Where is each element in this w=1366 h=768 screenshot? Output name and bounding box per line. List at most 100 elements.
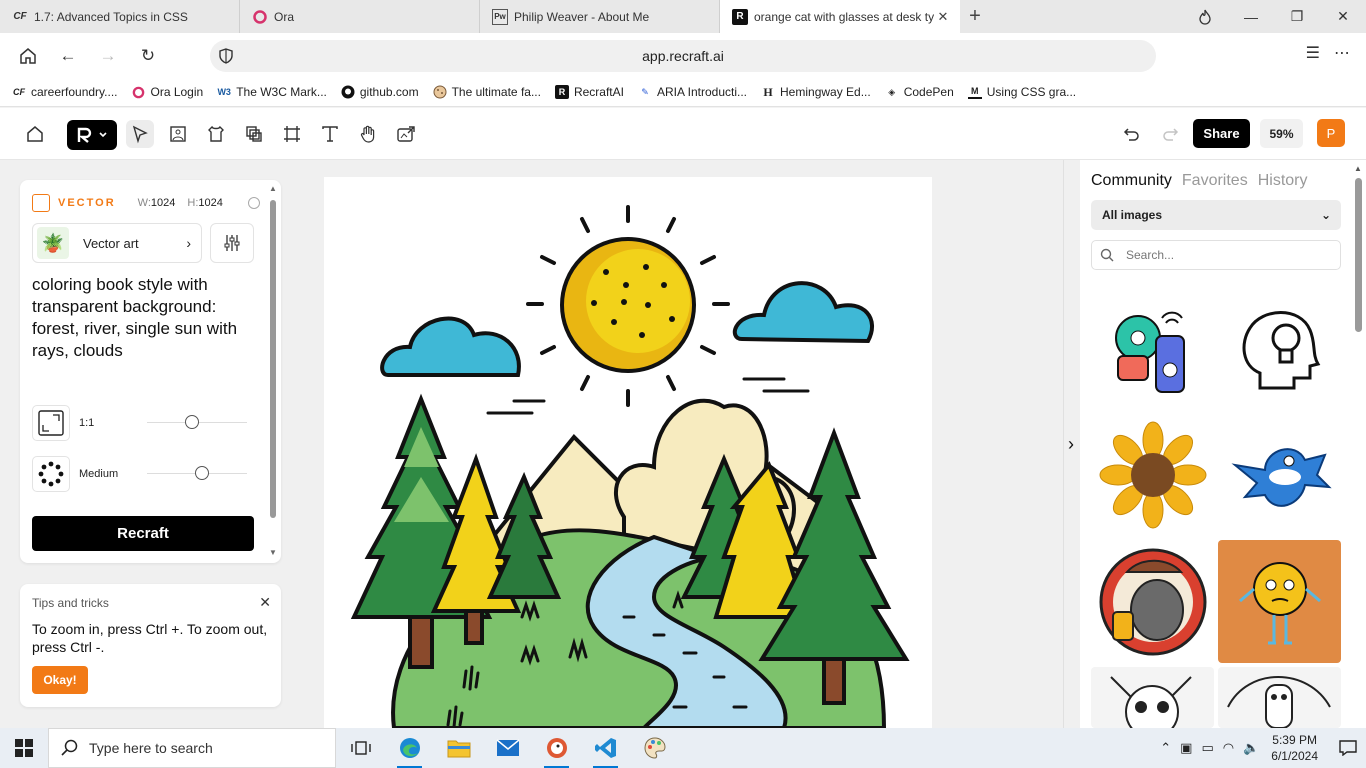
generated-forest-illustration[interactable] [324,177,932,728]
aspect-ratio-icon[interactable] [32,405,70,441]
url-field[interactable]: app.recraft.ai [210,40,1156,72]
cartoon-seal-emblem-thumbnail[interactable] [1091,540,1214,663]
mockup-tool-icon[interactable] [202,120,230,148]
back-icon[interactable]: ← [48,40,88,72]
task-view-icon[interactable] [336,728,385,768]
bookmark-item[interactable]: github.com [341,85,419,99]
hand-tool-icon[interactable] [354,120,382,148]
scroll-up-icon[interactable]: ▲ [269,184,277,193]
vscode-icon[interactable] [581,728,630,768]
height-readout[interactable]: H:1024 [187,197,222,209]
wifi-icon[interactable]: ◠ [1223,740,1234,756]
scroll-up-icon[interactable]: ▲ [1354,164,1362,173]
recraft-generate-button[interactable]: Recraft [32,516,254,551]
zoom-level[interactable]: 59% [1260,119,1303,148]
bookmark-item[interactable]: R RecraftAI [554,85,624,99]
tab-favorites[interactable]: Favorites [1182,172,1248,190]
community-search-input[interactable]: Search... [1091,240,1341,270]
chevron-right-icon[interactable]: › [1063,433,1079,455]
bookmark-item[interactable]: W3 The W3C Mark... [217,85,326,99]
export-image-icon[interactable] [392,120,420,148]
battery-icon[interactable]: ▭ [1201,740,1213,756]
image-frame-tool-icon[interactable] [164,120,192,148]
home-icon[interactable] [21,120,49,148]
browser-tab-active[interactable]: R orange cat with glasses at desk ty ✕ [720,0,960,33]
detail-level-slider[interactable] [147,466,247,480]
close-tab-icon[interactable]: ✕ [936,9,950,25]
flame-icon[interactable] [1182,0,1228,33]
detail-level-icon[interactable] [32,456,70,492]
settings-sliders-button[interactable] [210,223,254,263]
mail-icon[interactable] [483,728,532,768]
restore-icon[interactable]: ❐ [1274,0,1320,33]
lemur-sketch-thumbnail[interactable] [1091,667,1214,728]
avatar[interactable]: P [1317,119,1345,147]
file-explorer-icon[interactable] [434,728,483,768]
volume-icon[interactable]: 🔈 [1243,740,1259,756]
chevron-up-icon[interactable]: ⌃ [1160,740,1171,756]
layers-tool-icon[interactable] [240,120,268,148]
bookmark-item[interactable]: Ora Login [131,85,203,99]
mode-label[interactable]: VECTOR [58,197,116,209]
okay-button[interactable]: Okay! [32,666,88,694]
close-icon[interactable]: ✕ [259,594,271,611]
bookmark-item[interactable]: CF careerfoundry.... [12,85,117,99]
tab-history[interactable]: History [1258,172,1308,190]
tips-card: Tips and tricks ✕ To zoom in, press Ctrl… [20,584,281,707]
scrollbar-thumb[interactable] [1355,178,1362,332]
scrollbar-thumb[interactable] [270,200,276,518]
text-tool-icon[interactable] [316,120,344,148]
more-menu-icon[interactable]: ⋯ [1334,43,1350,63]
bookmark-item[interactable]: The ultimate fa... [433,85,541,99]
undo-icon[interactable] [1118,120,1146,148]
paint-icon[interactable] [630,728,679,768]
giraffe-sketch-thumbnail[interactable] [1218,667,1341,728]
confused-emoji-thumbnail[interactable] [1218,540,1341,663]
redo-icon[interactable] [1156,120,1184,148]
bookmark-label: careerfoundry.... [31,85,118,99]
aspect-ratio-slider[interactable] [147,415,247,429]
width-readout[interactable]: W:1024 [138,197,176,209]
bookmark-item[interactable]: ✎ ARIA Introducti... [638,85,747,99]
panel-scrollbar[interactable]: ▲ ▼ [269,184,277,558]
new-tab-button[interactable]: + [960,0,990,33]
recraft-logo-menu-button[interactable] [67,120,117,150]
duckduckgo-icon[interactable] [532,728,581,768]
frame-tool-icon[interactable] [278,120,306,148]
clock-time: 5:39 PM [1272,733,1317,747]
share-button[interactable]: Share [1193,119,1250,148]
bookmark-item[interactable]: H Hemingway Ed... [761,85,870,100]
clock-icon[interactable] [248,197,260,209]
sunflower-thumbnail[interactable] [1091,413,1214,536]
bookmark-item[interactable]: M Using CSS gra... [967,85,1076,99]
meet-now-icon[interactable]: ▣ [1180,740,1192,756]
close-window-icon[interactable]: ✕ [1320,0,1366,33]
head-lightbulb-thumbnail[interactable] [1218,286,1341,409]
image-filter-select[interactable]: All images ⌄ [1091,200,1341,230]
gallery-scrollbar[interactable]: ▲ [1353,164,1363,728]
slider-knob[interactable] [195,466,209,480]
notifications-icon[interactable] [1330,740,1366,756]
tab-community[interactable]: Community [1091,172,1172,190]
reading-list-icon[interactable]: ☰ [1306,43,1320,63]
canvas-artboard[interactable] [324,177,932,728]
home-icon[interactable] [8,40,48,72]
bookmark-item[interactable]: ◈ CodePen [885,85,954,99]
reload-icon[interactable]: ↻ [128,40,168,72]
taskbar-search-input[interactable]: Type here to search [48,728,336,768]
select-tool-icon[interactable] [126,120,154,148]
scroll-down-icon[interactable]: ▼ [269,548,277,557]
browser-tab[interactable]: Ora [240,0,480,33]
edge-browser-icon[interactable] [385,728,434,768]
browser-tab[interactable]: Pw Philip Weaver - About Me [480,0,720,33]
minimize-icon[interactable]: — [1228,0,1274,33]
blue-cartoon-bird-thumbnail[interactable] [1218,413,1341,536]
windows-start-icon[interactable] [0,728,48,768]
style-selector-button[interactable]: 🪴 Vector art › [32,223,202,263]
smart-home-gadgets-thumbnail[interactable] [1091,286,1214,409]
forward-icon[interactable]: → [88,40,128,72]
prompt-textarea[interactable]: coloring book style with transparent bac… [32,274,252,362]
browser-tab[interactable]: CF 1.7: Advanced Topics in CSS [0,0,240,33]
taskbar-clock[interactable]: 5:39 PM 6/1/2024 [1271,732,1318,764]
slider-knob[interactable] [185,415,199,429]
